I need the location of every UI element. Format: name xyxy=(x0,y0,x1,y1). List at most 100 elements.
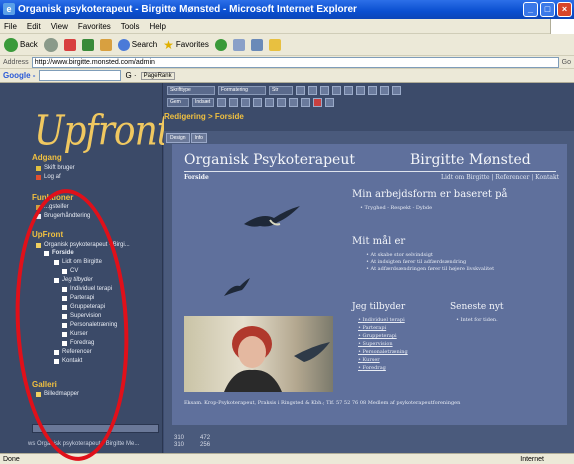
tree-item-cv[interactable]: CV xyxy=(62,268,78,274)
go-button[interactable]: Go xyxy=(559,56,574,69)
top-navigation-links[interactable]: Lidt om Birgitte | Referencer | Kontakt xyxy=(441,174,559,181)
tree-item-kontakt[interactable]: Kontakt xyxy=(54,358,82,364)
menu-file[interactable]: File xyxy=(4,19,17,33)
menu-favorites[interactable]: Favorites xyxy=(78,19,111,33)
align-center-button[interactable] xyxy=(344,86,353,95)
address-label: Address xyxy=(3,58,29,66)
offer-link-personaletraening[interactable]: • Personaletræning xyxy=(358,349,408,355)
maximize-button[interactable]: □ xyxy=(540,2,555,17)
indent-button[interactable] xyxy=(392,86,401,95)
goal-item-1: • At skabe stor selvindsigt xyxy=(366,252,433,258)
folder-button[interactable] xyxy=(268,38,281,51)
tree-site-root[interactable]: Organisk psykoterapeut - Birgi... xyxy=(36,242,130,248)
portrait-photo xyxy=(184,316,333,392)
width-readout-2: 472 xyxy=(200,435,211,441)
close-button[interactable]: × xyxy=(557,2,572,17)
mail-button[interactable] xyxy=(232,38,245,51)
undo-button[interactable] xyxy=(253,98,262,107)
website-preview[interactable]: Organisk Psykoterapeut Birgitte Mønsted … xyxy=(172,144,567,425)
address-input[interactable]: http://www.birgitte.monsted.com/admin xyxy=(31,56,559,68)
google-toolbar: Google - G · PageRank xyxy=(0,69,574,83)
tree-item-personaletraening[interactable]: Personaletræning xyxy=(62,322,117,328)
favorites-button[interactable]: ★ Favorites xyxy=(163,38,209,52)
tree-item-gruppeterapi[interactable]: Gruppeterapi xyxy=(62,304,105,310)
offer-link-gruppeterapi[interactable]: • Gruppeterapi xyxy=(358,333,397,339)
cut-button[interactable] xyxy=(217,98,226,107)
size-dropdown[interactable]: Str xyxy=(269,86,293,95)
sidebar-item-skift-bruger[interactable]: Skift bruger xyxy=(36,165,75,171)
google-search-button[interactable]: G · xyxy=(125,71,136,80)
redo-button[interactable] xyxy=(265,98,274,107)
browser-window: e Organisk psykoterapeut - Birgitte Møns… xyxy=(0,0,574,464)
offer-link-individuel-terapi[interactable]: • Individuel terapi xyxy=(358,317,405,323)
sidebar-item-log-af[interactable]: Log af xyxy=(36,174,61,180)
page-subtitle: Forside xyxy=(184,174,209,181)
users-icon xyxy=(36,213,41,219)
tree-item-jeg-tilbyder[interactable]: Jeg tilbyder xyxy=(54,277,93,283)
tree-item-kurser[interactable]: Kurser xyxy=(62,331,88,337)
google-search-input[interactable] xyxy=(39,70,122,81)
history-button[interactable] xyxy=(214,38,227,51)
page-icon xyxy=(62,313,67,319)
breadcrumb: Redigering > Forside xyxy=(164,112,244,121)
heading-method: Min arbejdsform er baseret på xyxy=(352,189,508,200)
offer-link-parterapi[interactable]: • Parterapi xyxy=(358,325,386,331)
sidebar-item-brugerhaandtering[interactable]: Brugerhåndtering xyxy=(36,213,90,219)
windows-logo xyxy=(550,19,574,34)
page-icon xyxy=(62,322,67,328)
search-button[interactable]: Search xyxy=(117,38,157,51)
goal-item-3: • At adfærdsændringen fører til højere l… xyxy=(366,266,495,272)
tree-item-referencer[interactable]: Referencer xyxy=(54,349,92,355)
stop-button[interactable] xyxy=(63,38,76,51)
window-title: Organisk psykoterapeut - Birgitte Mønste… xyxy=(18,4,357,15)
offer-link-kurser[interactable]: • Kurser xyxy=(358,357,380,363)
height-readout: 310 xyxy=(174,442,185,448)
tree-item-lidt-om-birgitte[interactable]: Lidt om Birgitte xyxy=(54,259,102,265)
tab-design[interactable]: Design xyxy=(166,133,190,143)
image-button[interactable] xyxy=(289,98,298,107)
goal-item-2: • At indsigten fører til adfærdsændring xyxy=(366,259,467,265)
copy-button[interactable] xyxy=(229,98,238,107)
sidebar-item-billedmapper[interactable]: Billedmapper xyxy=(36,391,79,397)
align-left-button[interactable] xyxy=(332,86,341,95)
save-button[interactable]: Gem xyxy=(167,98,189,107)
tree-item-foredrag[interactable]: Foredrag xyxy=(62,340,94,346)
tree-item-forside[interactable]: Forside xyxy=(44,250,74,256)
sidebar-horizontal-scrollbar[interactable] xyxy=(32,424,159,433)
paste-button[interactable] xyxy=(241,98,250,107)
sidebar-item-indstillinger[interactable]: ...gsteifer xyxy=(36,204,69,210)
tab-info[interactable]: Info xyxy=(190,133,207,143)
print-button[interactable] xyxy=(250,38,263,51)
format-dropdown[interactable]: Formatering xyxy=(218,86,266,95)
back-button[interactable]: Back xyxy=(4,37,38,52)
bold-button[interactable] xyxy=(296,86,305,95)
font-dropdown[interactable]: Skrifttype xyxy=(167,86,215,95)
align-right-button[interactable] xyxy=(356,86,365,95)
tree-item-parterapi[interactable]: Parterapi xyxy=(62,295,94,301)
folder-icon xyxy=(36,242,41,248)
link-button[interactable] xyxy=(277,98,286,107)
italic-button[interactable] xyxy=(308,86,317,95)
forward-button[interactable] xyxy=(43,37,58,52)
table-button[interactable] xyxy=(301,98,310,107)
offer-link-supervision[interactable]: • Supervision xyxy=(358,341,393,347)
home-button[interactable] xyxy=(99,38,112,51)
menu-edit[interactable]: Edit xyxy=(27,19,41,33)
insert-button[interactable]: Indsæt xyxy=(192,98,214,107)
underline-button[interactable] xyxy=(320,86,329,95)
heading-offer: Jeg tilbyder xyxy=(352,302,406,312)
menu-tools[interactable]: Tools xyxy=(121,19,140,33)
page-icon xyxy=(44,250,49,256)
offer-link-foredrag[interactable]: • Foredrag xyxy=(358,365,386,371)
bullet-list-button[interactable] xyxy=(368,86,377,95)
menu-view[interactable]: View xyxy=(51,19,68,33)
ie-icon: e xyxy=(3,3,15,15)
minimize-button[interactable]: _ xyxy=(523,2,538,17)
menu-help[interactable]: Help xyxy=(149,19,165,33)
source-button[interactable] xyxy=(325,98,334,107)
number-list-button[interactable] xyxy=(380,86,389,95)
color-button[interactable] xyxy=(313,98,322,107)
refresh-button[interactable] xyxy=(81,38,94,51)
tree-item-supervision[interactable]: Supervision xyxy=(62,313,101,319)
tree-item-individuel-terapi[interactable]: Individuel terapi xyxy=(62,286,112,292)
